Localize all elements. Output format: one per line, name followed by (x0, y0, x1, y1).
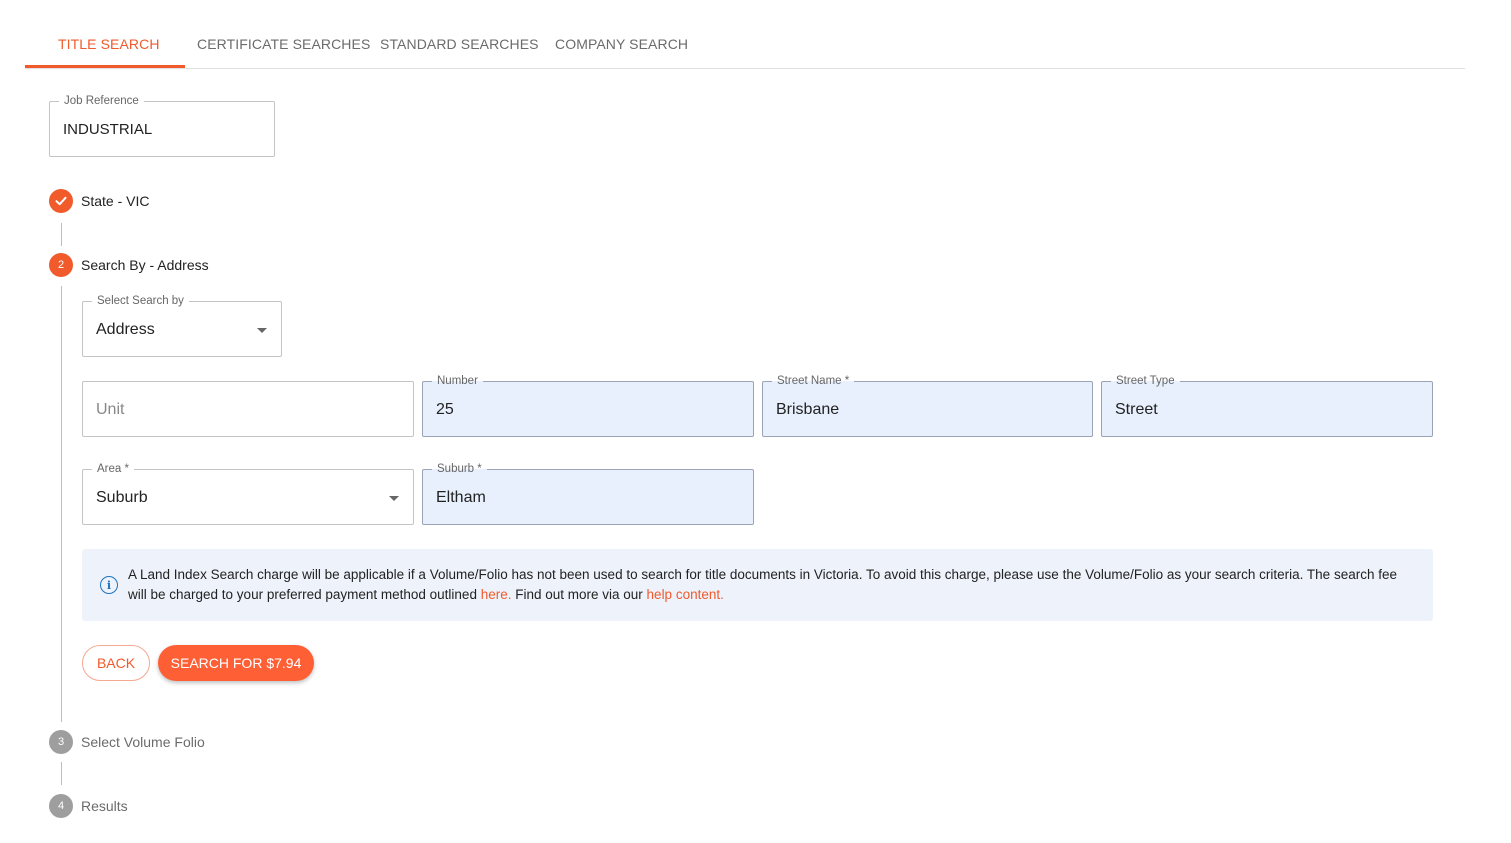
step-1-label: State - VIC (81, 193, 150, 209)
unit-field[interactable]: Unit (82, 381, 414, 437)
job-reference-field[interactable]: Job Reference INDUSTRIAL (49, 94, 275, 157)
street-name-value: Brisbane (776, 401, 840, 418)
step-connector (61, 286, 62, 722)
tab-company-search[interactable]: COMPANY SEARCH (555, 36, 688, 52)
number-value: 25 (436, 401, 454, 418)
suburb-value: Eltham (436, 489, 486, 506)
step-1-check-icon (49, 189, 73, 213)
land-index-info-box: i A Land Index Search charge will be app… (82, 549, 1433, 621)
step-4-number-icon: 4 (49, 794, 73, 818)
help-content-link[interactable]: help content. (647, 587, 724, 602)
step-3-label: Select Volume Folio (81, 734, 205, 750)
search-by-label: Select Search by (92, 294, 189, 308)
dropdown-arrow-icon (257, 328, 267, 333)
active-tab-indicator (25, 65, 185, 68)
search-tabs: TITLE SEARCH CERTIFICATE SEARCHES STANDA… (25, 0, 1465, 69)
unit-placeholder: Unit (96, 401, 125, 418)
area-select[interactable]: Area * Suburb (82, 462, 414, 525)
step-3-number-icon: 3 (49, 730, 73, 754)
number-label: Number (432, 374, 483, 388)
area-value: Suburb (96, 489, 148, 506)
suburb-label: Suburb * (432, 462, 487, 476)
tab-title-search[interactable]: TITLE SEARCH (58, 36, 160, 52)
suburb-field[interactable]: Suburb * Eltham (422, 462, 754, 525)
step-2-label: Search By - Address (81, 257, 209, 273)
step-4-label: Results (81, 798, 128, 814)
search-by-value: Address (96, 321, 155, 338)
number-field[interactable]: Number 25 (422, 374, 754, 437)
info-text-part: A Land Index Search charge will be appli… (128, 567, 1397, 602)
step-connector (61, 223, 62, 246)
payment-method-link[interactable]: here. (481, 587, 512, 602)
street-name-field[interactable]: Street Name * Brisbane (762, 374, 1093, 437)
search-by-select[interactable]: Select Search by Address (82, 294, 282, 357)
area-label: Area * (92, 462, 134, 476)
tab-standard-searches[interactable]: STANDARD SEARCHES (380, 36, 539, 52)
street-name-label: Street Name * (772, 374, 855, 388)
job-reference-value: INDUSTRIAL (63, 121, 153, 138)
street-type-field[interactable]: Street Type Street (1101, 374, 1433, 437)
street-type-value: Street (1115, 401, 1158, 418)
job-reference-label: Job Reference (59, 94, 144, 108)
back-button[interactable]: BACK (82, 645, 150, 681)
info-text-part: Find out more via our (511, 587, 647, 602)
dropdown-arrow-icon (389, 496, 399, 501)
info-icon: i (100, 576, 118, 594)
step-connector (61, 762, 62, 785)
search-button[interactable]: SEARCH FOR $7.94 (158, 645, 314, 681)
tab-certificate-searches[interactable]: CERTIFICATE SEARCHES (197, 36, 370, 52)
info-message: A Land Index Search charge will be appli… (128, 565, 1418, 605)
street-type-label: Street Type (1111, 374, 1180, 388)
step-2-number-icon: 2 (49, 253, 73, 277)
